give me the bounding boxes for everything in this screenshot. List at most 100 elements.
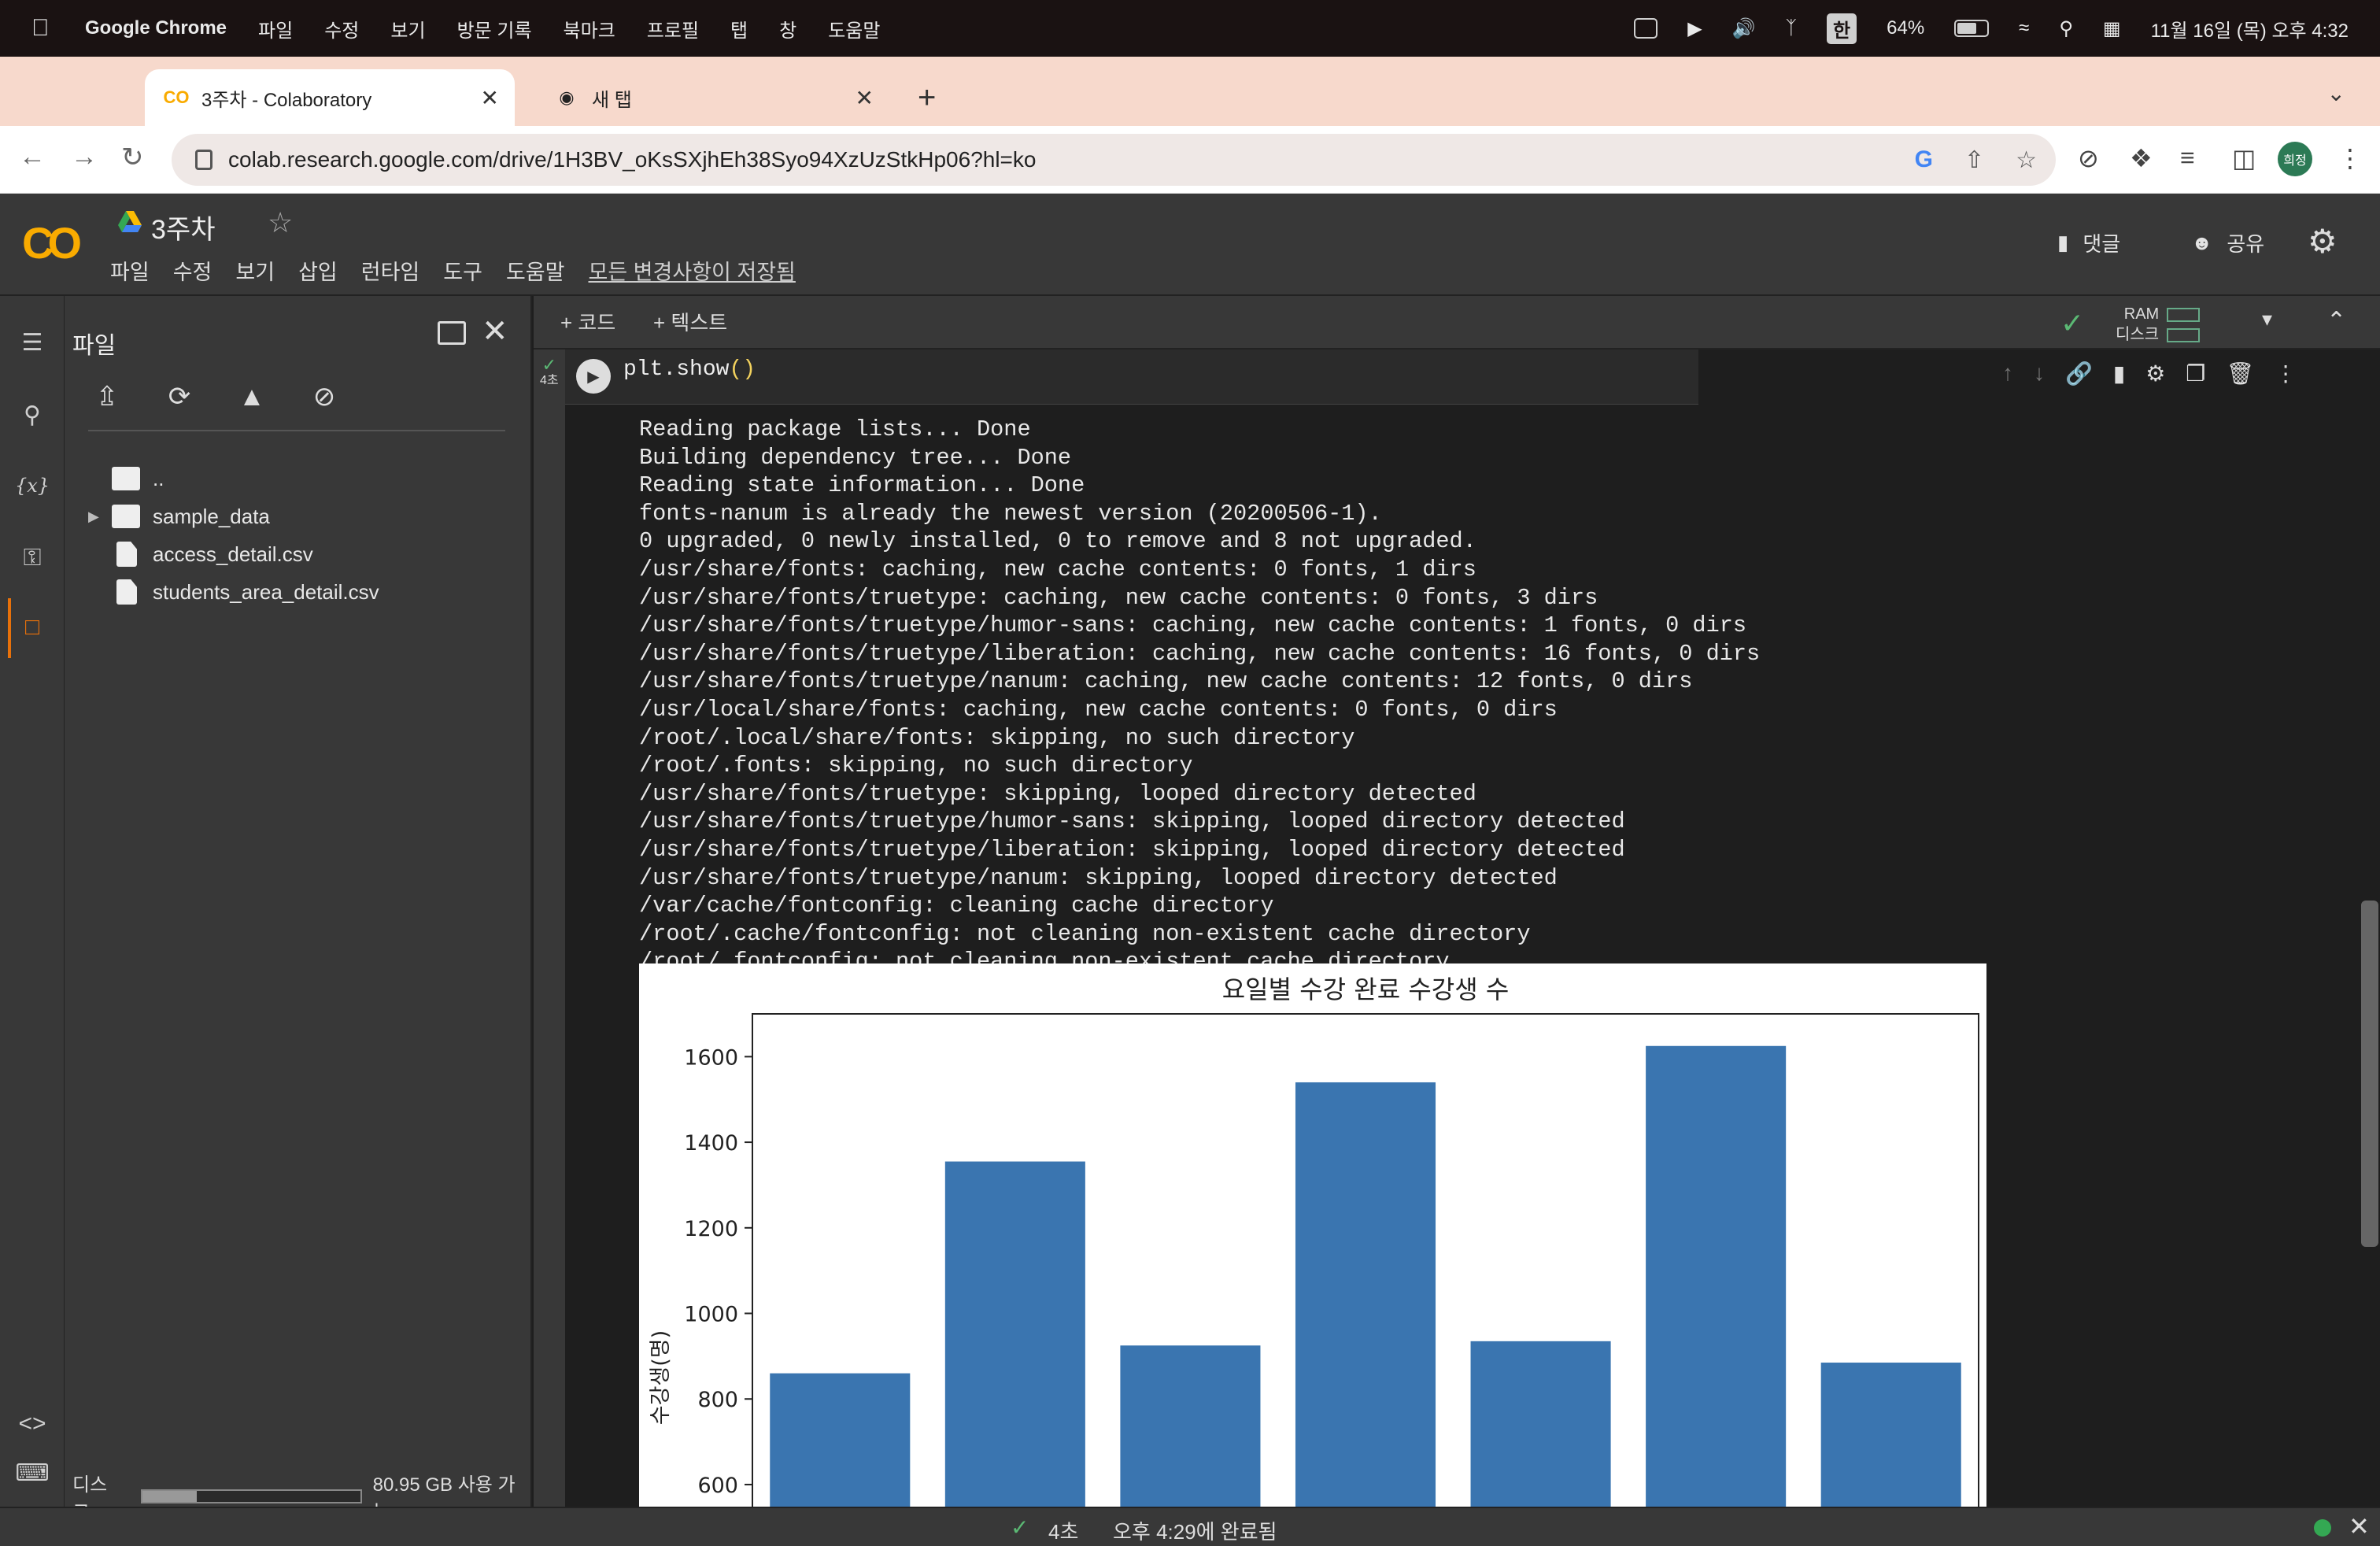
menu-clock[interactable]: 11월 16일 (목) 오후 4:32 xyxy=(2151,15,2349,43)
code-line[interactable]: plt.show() xyxy=(623,357,756,382)
settings-gear-icon[interactable]: ⚙ xyxy=(2308,222,2338,261)
comments-button[interactable]: ▮ 댓글 xyxy=(2057,228,2120,257)
mac-menu-view[interactable]: 보기 xyxy=(390,15,425,43)
tab-close-icon[interactable]: ✕ xyxy=(481,85,499,111)
menu-runtime[interactable]: 런타임 xyxy=(361,255,420,286)
tab-search-chevron-icon[interactable]: ⌄ xyxy=(2327,80,2345,106)
mac-menu-edit[interactable]: 수정 xyxy=(324,15,359,43)
more-options-icon[interactable]: ⋮ xyxy=(2275,361,2297,386)
file-row-parent[interactable]: .. xyxy=(88,461,164,496)
app-name[interactable]: Google Chrome xyxy=(85,17,227,39)
move-up-icon[interactable]: ↑ xyxy=(2002,361,2013,386)
battery-icon[interactable] xyxy=(1954,20,1990,37)
cell-settings-icon[interactable]: ⚙ xyxy=(2145,361,2165,386)
address-bar[interactable]: colab.research.google.com/drive/1H3BV_oK… xyxy=(172,134,2056,186)
url-text[interactable]: colab.research.google.com/drive/1H3BV_oK… xyxy=(228,147,1036,172)
wifi-icon[interactable]: ≈ xyxy=(2019,17,2029,39)
cell-gutter: ✓ 4초 xyxy=(534,350,565,1507)
apple-icon[interactable]:  xyxy=(31,15,63,42)
extensions-puzzle-icon[interactable]: ❖ xyxy=(2130,143,2153,173)
input-source-indicator[interactable]: 한 xyxy=(1827,13,1857,44)
files-folder-icon[interactable]: □ xyxy=(14,609,50,645)
profile-avatar[interactable]: 희정 xyxy=(2278,142,2312,176)
secrets-key-icon[interactable]: ⚿ xyxy=(14,540,50,576)
chart-bar xyxy=(1820,1363,1961,1507)
cell-toolbar: ↑ ↓ 🔗 ▮ ⚙ ❐ 🗑 ⋮ xyxy=(2002,350,2342,397)
mac-menu-window[interactable]: 창 xyxy=(779,15,796,43)
hide-files-icon[interactable]: ⊘ xyxy=(305,378,343,416)
volume-icon[interactable]: 🔊 xyxy=(1732,17,1756,40)
add-code-button[interactable]: + 코드 xyxy=(560,307,615,336)
output-line: /usr/share/fonts/truetype/humor-sans: sk… xyxy=(639,808,1625,835)
runtime-dropdown-chevron-icon[interactable]: ▾ xyxy=(2262,307,2272,331)
status-completed[interactable]: 오후 4:29에 완료됨 xyxy=(1113,1516,1277,1545)
control-center-icon[interactable]: ▦ xyxy=(2103,17,2121,40)
move-down-icon[interactable]: ↓ xyxy=(2034,361,2045,386)
mac-menu-help[interactable]: 도움말 xyxy=(828,15,880,43)
blocked-extension-icon[interactable]: ⊘ xyxy=(2078,143,2099,173)
collapse-chevron-icon[interactable]: ⌃ xyxy=(2326,307,2346,335)
notebook-title[interactable]: 3주차 xyxy=(151,208,215,246)
mirror-cell-icon[interactable]: ❐ xyxy=(2186,361,2205,386)
share-page-icon[interactable]: ⇧ xyxy=(1964,146,1984,174)
mount-drive-icon[interactable]: ▲ xyxy=(233,378,271,416)
menu-tools[interactable]: 도구 xyxy=(443,255,482,286)
mac-menu-bookmarks[interactable]: 북마크 xyxy=(564,15,615,43)
y-axis-label: 수강생(명) xyxy=(649,1330,673,1425)
add-comment-icon[interactable]: ▮ xyxy=(2113,361,2125,386)
command-palette-icon[interactable]: ⌨ xyxy=(14,1455,50,1491)
bluetooth-icon[interactable]: ᛉ xyxy=(1786,17,1797,39)
code-snippets-icon[interactable]: <> xyxy=(14,1406,50,1442)
search-icon[interactable]: ⚲ xyxy=(14,397,50,433)
play-icon[interactable]: ▶ xyxy=(1687,17,1702,40)
close-panel-icon[interactable]: ✕ xyxy=(482,313,508,350)
menu-help[interactable]: 도움말 xyxy=(506,255,565,286)
chrome-menu-icon[interactable]: ⋮ xyxy=(2338,143,2363,173)
file-row-folder[interactable]: ▶ sample_data xyxy=(88,499,270,534)
open-in-tab-icon[interactable] xyxy=(438,321,466,345)
delete-cell-icon[interactable]: 🗑 xyxy=(2227,361,2255,386)
bookmark-star-icon[interactable]: ☆ xyxy=(2016,146,2037,174)
resource-monitor[interactable]: RAM 디스크 xyxy=(2116,304,2201,345)
upload-file-icon[interactable]: ⇫ xyxy=(88,378,126,416)
file-row-file[interactable]: students_area_detail.csv xyxy=(88,575,379,609)
file-row-file[interactable]: access_detail.csv xyxy=(88,537,313,571)
run-cell-button[interactable]: ▶ xyxy=(576,359,611,394)
side-panel-icon[interactable]: ◫ xyxy=(2232,143,2256,173)
close-status-icon[interactable]: ✕ xyxy=(2349,1511,2370,1541)
variables-icon[interactable]: {x} xyxy=(14,468,50,504)
add-text-button[interactable]: + 텍스트 xyxy=(653,307,727,336)
forward-arrow-icon[interactable]: → xyxy=(71,142,98,172)
screen-icon[interactable] xyxy=(1634,18,1658,39)
tab-colab[interactable]: CO 3주차 - Colaboratory ✕ xyxy=(145,69,515,126)
menu-edit[interactable]: 수정 xyxy=(173,255,213,286)
new-tab-button[interactable]: + xyxy=(918,80,936,116)
scrollbar-thumb[interactable] xyxy=(2361,901,2378,1247)
mac-menu-profiles[interactable]: 프로필 xyxy=(647,15,699,43)
save-status-link[interactable]: 모든 변경사항이 저장됨 xyxy=(589,255,796,286)
google-lens-icon[interactable]: G xyxy=(1915,146,1933,174)
mac-menu-file[interactable]: 파일 xyxy=(258,15,293,43)
google-drive-icon[interactable] xyxy=(118,211,142,233)
spotlight-search-icon[interactable]: ⚲ xyxy=(2059,17,2073,40)
mac-menu-tab[interactable]: 탭 xyxy=(730,15,748,43)
reading-list-icon[interactable]: ≡ xyxy=(2180,143,2195,172)
table-of-contents-icon[interactable]: ☰ xyxy=(14,324,50,361)
back-arrow-icon[interactable]: ← xyxy=(19,142,46,172)
menu-insert[interactable]: 삽입 xyxy=(298,255,338,286)
colab-logo[interactable]: CO xyxy=(22,217,82,268)
code-editor[interactable]: ▶ plt.show() xyxy=(565,350,1698,405)
mac-menu-history[interactable]: 방문 기록 xyxy=(457,15,532,43)
menu-file[interactable]: 파일 xyxy=(110,255,150,286)
link-icon[interactable]: 🔗 xyxy=(2065,361,2093,386)
menu-view[interactable]: 보기 xyxy=(235,255,275,286)
star-icon[interactable]: ☆ xyxy=(268,206,293,239)
lock-icon[interactable] xyxy=(195,150,213,170)
reload-icon[interactable]: ↻ xyxy=(121,142,144,173)
expand-caret-icon[interactable]: ▶ xyxy=(88,509,112,525)
tab-close-icon[interactable]: ✕ xyxy=(856,85,874,111)
refresh-folder-icon[interactable]: ⟳ xyxy=(161,378,198,416)
share-button[interactable]: ☻ 공유 xyxy=(2191,228,2264,257)
tab-new-tab[interactable]: ◉ 새 탭 ✕ xyxy=(535,69,889,126)
output-line: /usr/local/share/fonts: caching, new cac… xyxy=(639,696,1558,723)
